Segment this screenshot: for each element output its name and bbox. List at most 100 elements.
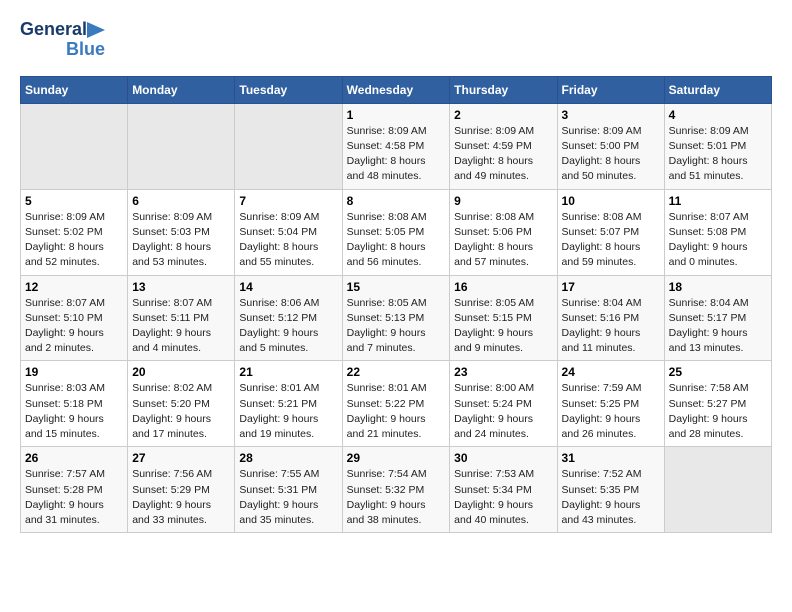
day-info: Sunrise: 7:58 AM Sunset: 5:27 PM Dayligh…: [669, 381, 767, 442]
day-info: Sunrise: 8:00 AM Sunset: 5:24 PM Dayligh…: [454, 381, 552, 442]
calendar-cell: 19 Sunrise: 8:03 AM Sunset: 5:18 PM Dayli…: [21, 361, 128, 447]
day-number: 1: [347, 108, 446, 122]
day-info: Sunrise: 8:03 AM Sunset: 5:18 PM Dayligh…: [25, 381, 123, 442]
calendar-week-row: 19 Sunrise: 8:03 AM Sunset: 5:18 PM Dayli…: [21, 361, 772, 447]
weekday-header: Saturday: [664, 76, 771, 103]
logo-arrow-icon: [87, 20, 105, 40]
calendar-cell: 5 Sunrise: 8:09 AM Sunset: 5:02 PM Daylig…: [21, 189, 128, 275]
day-info: Sunrise: 7:55 AM Sunset: 5:31 PM Dayligh…: [239, 467, 337, 528]
day-info: Sunrise: 8:07 AM Sunset: 5:11 PM Dayligh…: [132, 296, 230, 357]
day-info: Sunrise: 8:08 AM Sunset: 5:06 PM Dayligh…: [454, 210, 552, 271]
calendar-cell: 20Sunrise: 8:02 AM Sunset: 5:20 PM Dayli…: [128, 361, 235, 447]
day-number: 18: [669, 280, 767, 294]
calendar-cell: 24 Sunrise: 7:59 AM Sunset: 5:25 PM Dayli…: [557, 361, 664, 447]
day-number: 10: [562, 194, 660, 208]
day-info: Sunrise: 8:07 AM Sunset: 5:08 PM Dayligh…: [669, 210, 767, 271]
day-number: 25: [669, 365, 767, 379]
calendar-table: SundayMondayTuesdayWednesdayThursdayFrid…: [20, 76, 772, 533]
calendar-cell: 4 Sunrise: 8:09 AM Sunset: 5:01 PM Daylig…: [664, 103, 771, 189]
day-info: Sunrise: 8:09 AM Sunset: 4:59 PM Dayligh…: [454, 124, 552, 185]
day-number: 16: [454, 280, 552, 294]
calendar-cell: [235, 103, 342, 189]
calendar-cell: 30 Sunrise: 7:53 AM Sunset: 5:34 PM Dayli…: [450, 447, 557, 533]
calendar-cell: 1 Sunrise: 8:09 AM Sunset: 4:58 PM Daylig…: [342, 103, 450, 189]
calendar-cell: 8 Sunrise: 8:08 AM Sunset: 5:05 PM Daylig…: [342, 189, 450, 275]
day-number: 21: [239, 365, 337, 379]
calendar-cell: 13 Sunrise: 8:07 AM Sunset: 5:11 PM Dayli…: [128, 275, 235, 361]
day-number: 5: [25, 194, 123, 208]
logo: General Blue: [20, 20, 105, 60]
day-number: 12: [25, 280, 123, 294]
calendar-week-row: 5 Sunrise: 8:09 AM Sunset: 5:02 PM Daylig…: [21, 189, 772, 275]
weekday-header: Sunday: [21, 76, 128, 103]
calendar-cell: 7 Sunrise: 8:09 AM Sunset: 5:04 PM Daylig…: [235, 189, 342, 275]
day-number: 7: [239, 194, 337, 208]
day-number: 13: [132, 280, 230, 294]
calendar-cell: 27 Sunrise: 7:56 AM Sunset: 5:29 PM Dayli…: [128, 447, 235, 533]
day-number: 3: [562, 108, 660, 122]
calendar-cell: 2 Sunrise: 8:09 AM Sunset: 4:59 PM Daylig…: [450, 103, 557, 189]
day-info: Sunrise: 8:09 AM Sunset: 4:58 PM Dayligh…: [347, 124, 446, 185]
day-info: Sunrise: 7:56 AM Sunset: 5:29 PM Dayligh…: [132, 467, 230, 528]
calendar-cell: 28 Sunrise: 7:55 AM Sunset: 5:31 PM Dayli…: [235, 447, 342, 533]
calendar-week-row: 12Sunrise: 8:07 AM Sunset: 5:10 PM Dayli…: [21, 275, 772, 361]
calendar-cell: [21, 103, 128, 189]
day-number: 6: [132, 194, 230, 208]
day-number: 19: [25, 365, 123, 379]
day-info: Sunrise: 8:08 AM Sunset: 5:05 PM Dayligh…: [347, 210, 446, 271]
day-number: 15: [347, 280, 446, 294]
day-info: Sunrise: 8:05 AM Sunset: 5:15 PM Dayligh…: [454, 296, 552, 357]
day-number: 14: [239, 280, 337, 294]
calendar-cell: 22 Sunrise: 8:01 AM Sunset: 5:22 PM Dayli…: [342, 361, 450, 447]
calendar-cell: 23 Sunrise: 8:00 AM Sunset: 5:24 PM Dayli…: [450, 361, 557, 447]
day-info: Sunrise: 7:53 AM Sunset: 5:34 PM Dayligh…: [454, 467, 552, 528]
day-number: 2: [454, 108, 552, 122]
day-info: Sunrise: 8:09 AM Sunset: 5:04 PM Dayligh…: [239, 210, 337, 271]
day-number: 17: [562, 280, 660, 294]
calendar-cell: 9 Sunrise: 8:08 AM Sunset: 5:06 PM Daylig…: [450, 189, 557, 275]
day-info: Sunrise: 8:09 AM Sunset: 5:02 PM Dayligh…: [25, 210, 123, 271]
logo-text-blue: Blue: [66, 40, 105, 60]
calendar-cell: 31Sunrise: 7:52 AM Sunset: 5:35 PM Dayli…: [557, 447, 664, 533]
day-number: 23: [454, 365, 552, 379]
calendar-cell: 29Sunrise: 7:54 AM Sunset: 5:32 PM Dayli…: [342, 447, 450, 533]
day-number: 9: [454, 194, 552, 208]
day-info: Sunrise: 8:08 AM Sunset: 5:07 PM Dayligh…: [562, 210, 660, 271]
calendar-cell: 26Sunrise: 7:57 AM Sunset: 5:28 PM Dayli…: [21, 447, 128, 533]
day-info: Sunrise: 8:09 AM Sunset: 5:00 PM Dayligh…: [562, 124, 660, 185]
calendar-cell: 25 Sunrise: 7:58 AM Sunset: 5:27 PM Dayli…: [664, 361, 771, 447]
calendar-cell: 11 Sunrise: 8:07 AM Sunset: 5:08 PM Dayli…: [664, 189, 771, 275]
day-info: Sunrise: 8:09 AM Sunset: 5:01 PM Dayligh…: [669, 124, 767, 185]
day-number: 26: [25, 451, 123, 465]
day-number: 22: [347, 365, 446, 379]
day-info: Sunrise: 8:04 AM Sunset: 5:17 PM Dayligh…: [669, 296, 767, 357]
day-info: Sunrise: 8:01 AM Sunset: 5:22 PM Dayligh…: [347, 381, 446, 442]
day-number: 11: [669, 194, 767, 208]
day-number: 30: [454, 451, 552, 465]
calendar-header-row: SundayMondayTuesdayWednesdayThursdayFrid…: [21, 76, 772, 103]
calendar-cell: 15Sunrise: 8:05 AM Sunset: 5:13 PM Dayli…: [342, 275, 450, 361]
page-header: General Blue: [20, 20, 772, 60]
day-info: Sunrise: 7:59 AM Sunset: 5:25 PM Dayligh…: [562, 381, 660, 442]
calendar-week-row: 26Sunrise: 7:57 AM Sunset: 5:28 PM Dayli…: [21, 447, 772, 533]
calendar-cell: [664, 447, 771, 533]
calendar-cell: 10 Sunrise: 8:08 AM Sunset: 5:07 PM Dayli…: [557, 189, 664, 275]
day-info: Sunrise: 8:01 AM Sunset: 5:21 PM Dayligh…: [239, 381, 337, 442]
day-number: 27: [132, 451, 230, 465]
calendar-cell: 12Sunrise: 8:07 AM Sunset: 5:10 PM Dayli…: [21, 275, 128, 361]
day-info: Sunrise: 7:52 AM Sunset: 5:35 PM Dayligh…: [562, 467, 660, 528]
calendar-cell: 16 Sunrise: 8:05 AM Sunset: 5:15 PM Dayli…: [450, 275, 557, 361]
weekday-header: Tuesday: [235, 76, 342, 103]
day-number: 4: [669, 108, 767, 122]
day-number: 24: [562, 365, 660, 379]
day-number: 8: [347, 194, 446, 208]
calendar-cell: 21 Sunrise: 8:01 AM Sunset: 5:21 PM Dayli…: [235, 361, 342, 447]
weekday-header: Wednesday: [342, 76, 450, 103]
calendar-cell: 3 Sunrise: 8:09 AM Sunset: 5:00 PM Daylig…: [557, 103, 664, 189]
day-number: 29: [347, 451, 446, 465]
day-info: Sunrise: 8:06 AM Sunset: 5:12 PM Dayligh…: [239, 296, 337, 357]
day-number: 28: [239, 451, 337, 465]
weekday-header: Thursday: [450, 76, 557, 103]
calendar-week-row: 1 Sunrise: 8:09 AM Sunset: 4:58 PM Daylig…: [21, 103, 772, 189]
day-info: Sunrise: 8:09 AM Sunset: 5:03 PM Dayligh…: [132, 210, 230, 271]
